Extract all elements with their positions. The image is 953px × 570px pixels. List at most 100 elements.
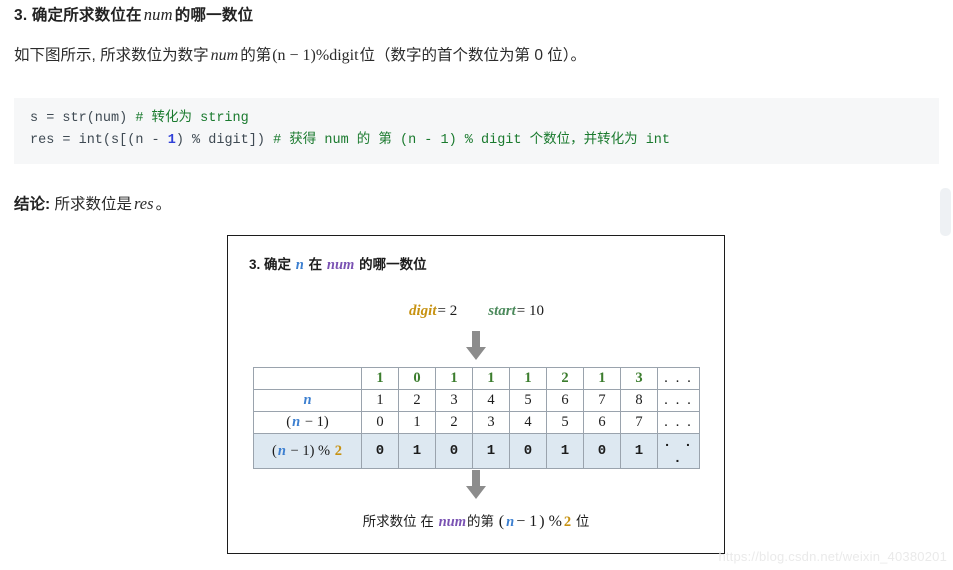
top-digit-cell: 2 xyxy=(546,367,584,390)
figure-title-var-num: num xyxy=(326,257,355,273)
conclusion-math-res: res xyxy=(134,194,154,213)
n-cell: 5 xyxy=(509,389,547,412)
top-digit-ellipsis: . . . xyxy=(657,367,700,390)
n-cell: 4 xyxy=(472,389,510,412)
top-digit-cell: 3 xyxy=(620,367,658,390)
nm1-cell: 0 xyxy=(361,411,399,434)
row-label-mod-var-2: 2 xyxy=(334,442,342,459)
section-heading: 3. 确定所求数位在 num 的哪一数位 xyxy=(14,3,253,25)
mod-cell: 1 xyxy=(398,433,436,469)
n-cell: 1 xyxy=(361,389,399,412)
n-ellipsis: . . . xyxy=(657,389,700,412)
figure-box: 3. 确定 n 在 num 的哪一数位 digit= 2 start= 10 1 … xyxy=(227,235,725,554)
n-cell: 8 xyxy=(620,389,658,412)
start-var-value: = 10 xyxy=(516,303,544,319)
code-line-1-code: s = str(num) xyxy=(30,111,136,126)
intro-paragraph: 如下图所示, 所求数位为数字 num 的第(n − 1)%digit位（数字的首个数… xyxy=(14,45,586,67)
caption-part1: 所求数位 在 xyxy=(362,514,434,529)
n-cell: 3 xyxy=(435,389,473,412)
nm1-cell: 1 xyxy=(398,411,436,434)
nm1-ellipsis: . . . xyxy=(657,411,700,434)
mod-cell: 1 xyxy=(472,433,510,469)
paragraph-part2: 的第 xyxy=(240,47,272,64)
digit-table-wrapper: 1 0 1 1 1 2 1 3 . . . n 1 2 3 4 5 6 7 8 … xyxy=(253,367,700,469)
row-label-mod: (n − 1) % 2 xyxy=(253,433,362,469)
top-digit-cell: 1 xyxy=(435,367,473,390)
nm1-cell: 2 xyxy=(435,411,473,434)
code-line-2: res = int(s[(n - 1) % digit]) # 获得 num 的… xyxy=(30,130,925,152)
digit-var-name: digit xyxy=(409,303,437,319)
figure-title-middle: 在 xyxy=(308,257,323,272)
table-row-mod: (n − 1) % 2 0 1 0 1 0 1 0 1 . . . xyxy=(253,433,700,469)
table-row-top-digits: 1 0 1 1 1 2 1 3 . . . xyxy=(253,367,700,390)
article-page: 3. 确定所求数位在 num 的哪一数位 如下图所示, 所求数位为数字 num 的第(n… xyxy=(0,0,953,570)
paragraph-math-expr: (n − 1)%digit xyxy=(272,47,359,64)
mod-cell: 0 xyxy=(509,433,547,469)
heading-math-num: num xyxy=(143,5,173,24)
caption-var-2: 2 xyxy=(563,514,572,530)
mod-cell: 1 xyxy=(546,433,584,469)
top-digit-cell: 1 xyxy=(583,367,621,390)
nm1-cell: 4 xyxy=(509,411,547,434)
code-block[interactable]: s = str(num) # 转化为 string res = int(s[(n… xyxy=(14,98,939,164)
mod-cell: 0 xyxy=(361,433,399,469)
table-row-n-minus-1: (n − 1) 0 1 2 3 4 5 6 7 . . . xyxy=(253,411,700,434)
caption-minus: − 1 xyxy=(516,513,538,530)
figure-title: 3. 确定 n 在 num 的哪一数位 xyxy=(249,253,427,274)
caption-var-n: n xyxy=(506,514,515,530)
caption-part2: 的第 xyxy=(467,514,495,529)
start-var-name: start xyxy=(488,303,516,319)
nm1-cell: 5 xyxy=(546,411,584,434)
nm1-cell: 6 xyxy=(583,411,621,434)
mod-cell: 0 xyxy=(435,433,473,469)
row-label-nm1-var: n xyxy=(292,414,301,430)
code-line-2-number: 1 xyxy=(167,133,176,148)
heading-suffix: 的哪一数位 xyxy=(174,7,254,24)
page-scrollbar[interactable] xyxy=(940,0,953,570)
conclusion-label: 结论: xyxy=(14,196,51,213)
n-cell: 7 xyxy=(583,389,621,412)
scrollbar-thumb[interactable] xyxy=(940,188,951,236)
caption-part3: 位 xyxy=(575,514,590,529)
conclusion-text-post: 。 xyxy=(155,196,172,213)
arrow-down-top-icon xyxy=(465,331,487,361)
mod-cell: 0 xyxy=(583,433,621,469)
mod-ellipsis: . . . xyxy=(657,433,700,469)
figure-title-prefix: 3. 确定 xyxy=(249,257,292,272)
code-line-1: s = str(num) # 转化为 string xyxy=(30,108,925,130)
row-label-empty xyxy=(253,367,362,390)
nm1-cell: 7 xyxy=(620,411,658,434)
code-line-2-post: ) % digit]) xyxy=(175,133,274,148)
nm1-cell: 3 xyxy=(472,411,510,434)
code-line-1-comment: # 转化为 string xyxy=(135,111,249,126)
code-line-2-comment: # 获得 num 的 第 (n - 1) % digit 个数位，并转化为 in… xyxy=(273,133,671,148)
row-label-n: n xyxy=(253,389,362,412)
top-digit-cell: 1 xyxy=(361,367,399,390)
paragraph-part3: 位（数字的首个数位为第 0 位）。 xyxy=(359,47,587,64)
conclusion-line: 结论: 所求数位是 res。 xyxy=(14,192,171,214)
caption-paren-close: ) % xyxy=(539,513,562,530)
figure-title-suffix: 的哪一数位 xyxy=(359,257,427,272)
n-cell: 6 xyxy=(546,389,584,412)
caption-var-num: num xyxy=(438,514,467,530)
arrow-down-bottom-icon xyxy=(465,470,487,500)
table-row-n: n 1 2 3 4 5 6 7 8 . . . xyxy=(253,389,700,412)
row-label-n-minus-1: (n − 1) xyxy=(253,411,362,434)
figure-caption: 所求数位 在 num的第 (n − 1) % 2 位 xyxy=(228,510,724,531)
mod-cell: 1 xyxy=(620,433,658,469)
digit-table: 1 0 1 1 1 2 1 3 . . . n 1 2 3 4 5 6 7 8 … xyxy=(253,367,700,469)
code-line-2-pre: res = int(s[(n - xyxy=(30,133,168,148)
n-cell: 2 xyxy=(398,389,436,412)
paragraph-math-num: num xyxy=(210,47,239,64)
conclusion-text-pre: 所求数位是 xyxy=(54,196,132,213)
top-digit-cell: 0 xyxy=(398,367,436,390)
figure-title-var-n: n xyxy=(295,257,304,273)
row-label-n-var: n xyxy=(303,392,312,408)
row-label-mod-var-n: n xyxy=(277,442,286,459)
paragraph-part1: 如下图所示, 所求数位为数字 xyxy=(14,47,209,64)
figure-variables-line: digit= 2 start= 10 xyxy=(228,302,724,320)
watermark-text: https://blog.csdn.net/weixin_40380201 xyxy=(718,549,947,564)
top-digit-cell: 1 xyxy=(472,367,510,390)
heading-prefix: 3. 确定所求数位在 xyxy=(14,7,142,24)
top-digit-cell: 1 xyxy=(509,367,547,390)
